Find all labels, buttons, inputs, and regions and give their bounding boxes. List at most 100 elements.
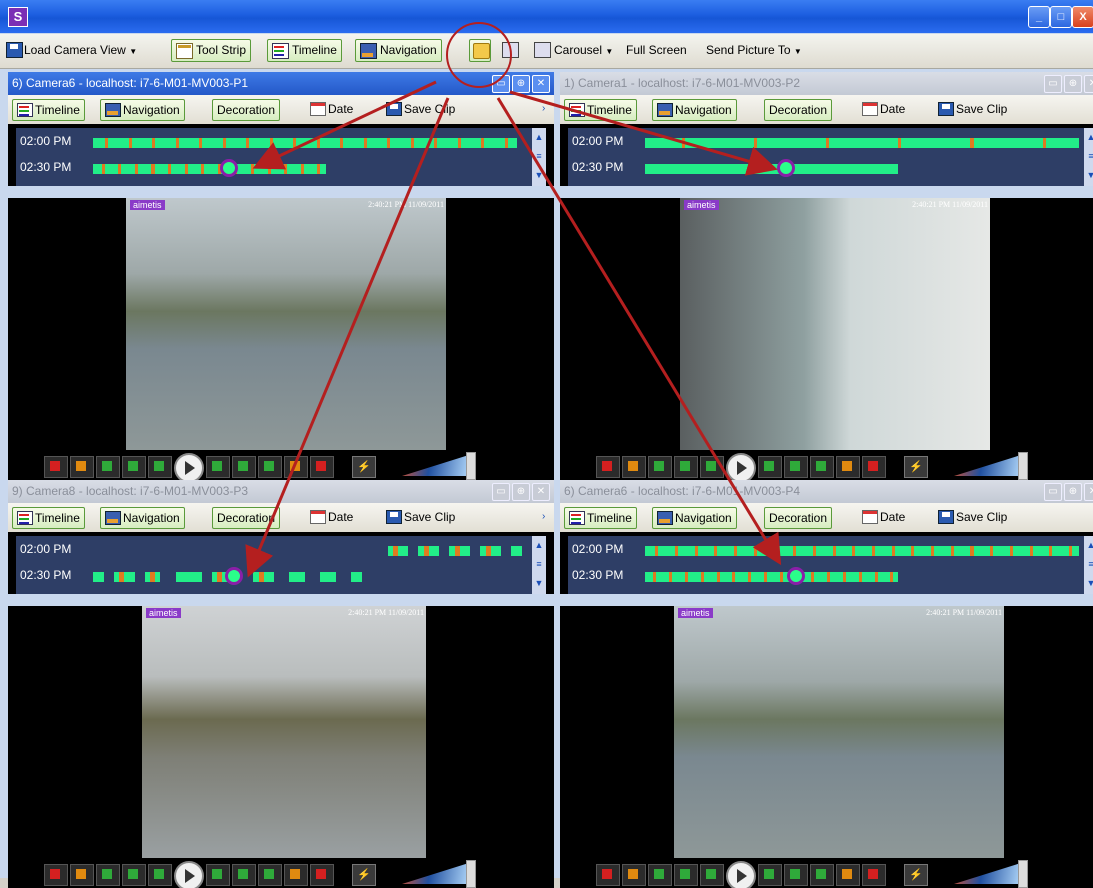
- camera-pane-2[interactable]: 1) Camera1 - localhost: i7-6-M01-MV003-P…: [560, 72, 1093, 480]
- step-forward-large-button[interactable]: [258, 456, 282, 478]
- scroll-up-icon[interactable]: ▲: [1084, 536, 1093, 555]
- scroll-down-icon[interactable]: ▼: [1084, 166, 1093, 185]
- send-picture-to-button[interactable]: Send Picture To ▼: [706, 39, 802, 61]
- pane-timeline[interactable]: 02:00 PM 02:30 PM ▲ ≡ ▼: [16, 536, 546, 594]
- scroll-up-icon[interactable]: ▲: [1084, 128, 1093, 147]
- pane-title-bar[interactable]: 1) Camera1 - localhost: i7-6-M01-MV003-P…: [560, 72, 1093, 95]
- pane-decoration-button[interactable]: Decoration: [764, 507, 833, 529]
- go-to-end-button[interactable]: [310, 864, 334, 886]
- previous-event-button[interactable]: [622, 456, 646, 478]
- pane-title-bar[interactable]: 6) Camera6 - localhost: i7-6-M01-MV003-P…: [560, 480, 1093, 503]
- pane-close-button[interactable]: ✕: [1084, 75, 1093, 93]
- pane-maximize-button[interactable]: ▭: [1044, 75, 1062, 93]
- next-event-button[interactable]: [836, 864, 860, 886]
- pane-save-clip-button[interactable]: Save Clip: [382, 99, 459, 119]
- pane-timeline-button[interactable]: Timeline: [12, 99, 85, 121]
- pane-pin-button[interactable]: ⊕: [512, 75, 530, 93]
- scroll-thumb-icon[interactable]: ≡: [1084, 147, 1093, 166]
- load-camera-view-button[interactable]: Load Camera View ▼: [4, 39, 137, 61]
- pane-timeline[interactable]: 02:00 PM 02:30 PM ▲ ≡ ▼: [568, 128, 1093, 186]
- rewind-button[interactable]: [148, 864, 172, 886]
- playhead-marker[interactable]: [787, 567, 806, 585]
- go-to-end-button[interactable]: [310, 456, 334, 478]
- next-event-button[interactable]: [836, 456, 860, 478]
- step-back-large-button[interactable]: [96, 456, 120, 478]
- scroll-down-icon[interactable]: ▼: [1084, 574, 1093, 593]
- minimize-button[interactable]: _: [1028, 6, 1050, 28]
- pane-pin-button[interactable]: ⊕: [1064, 483, 1082, 501]
- speed-icon[interactable]: ⚡: [352, 456, 376, 478]
- pane-maximize-button[interactable]: ▭: [492, 483, 510, 501]
- camera-pane-4[interactable]: 6) Camera6 - localhost: i7-6-M01-MV003-P…: [560, 480, 1093, 888]
- timeline-scrollbar[interactable]: ▲ ≡ ▼: [1084, 536, 1093, 594]
- toolbar-overflow-icon[interactable]: ›: [542, 103, 552, 117]
- full-screen-button[interactable]: Full Screen: [626, 39, 687, 61]
- step-back-button[interactable]: [122, 456, 146, 478]
- pane-pin-button[interactable]: ⊕: [512, 483, 530, 501]
- pane-save-clip-button[interactable]: Save Clip: [934, 507, 1011, 527]
- pane-date-button[interactable]: Date: [858, 99, 909, 119]
- next-event-button[interactable]: [284, 456, 308, 478]
- forward-button[interactable]: [206, 456, 230, 478]
- pane-timeline[interactable]: 02:00 PM 02:30 PM ▲ ≡ ▼: [16, 128, 546, 186]
- pane-decoration-button[interactable]: Decoration: [764, 99, 833, 121]
- speed-slider[interactable]: [954, 862, 1024, 884]
- pane-close-button[interactable]: ✕: [1084, 483, 1093, 501]
- step-back-button[interactable]: [674, 864, 698, 886]
- play-button[interactable]: [174, 861, 204, 888]
- rewind-button[interactable]: [148, 456, 172, 478]
- slider-knob[interactable]: [466, 452, 476, 480]
- step-forward-large-button[interactable]: [258, 864, 282, 886]
- pane-maximize-button[interactable]: ▭: [1044, 483, 1062, 501]
- camera-pane-3[interactable]: 9) Camera8 - localhost: i7-6-M01-MV003-P…: [8, 480, 554, 888]
- slider-knob[interactable]: [1018, 452, 1028, 480]
- next-event-button[interactable]: [284, 864, 308, 886]
- pane-close-button[interactable]: ✕: [532, 75, 550, 93]
- go-to-start-button[interactable]: [44, 864, 68, 886]
- carousel-button[interactable]: Carousel ▼: [530, 39, 613, 61]
- close-window-button[interactable]: X: [1072, 6, 1093, 28]
- play-button[interactable]: [174, 453, 204, 480]
- step-back-button[interactable]: [122, 864, 146, 886]
- slider-knob[interactable]: [466, 860, 476, 888]
- pane-timeline-button[interactable]: Timeline: [564, 507, 637, 529]
- step-forward-button[interactable]: [784, 456, 808, 478]
- play-button[interactable]: [726, 453, 756, 480]
- timeline-toggle-button[interactable]: Timeline: [267, 39, 342, 62]
- pane-navigation-button[interactable]: Navigation: [652, 99, 737, 121]
- pane-navigation-button[interactable]: Navigation: [100, 507, 185, 529]
- scroll-down-icon[interactable]: ▼: [532, 574, 546, 593]
- pane-timeline-button[interactable]: Timeline: [564, 99, 637, 121]
- go-to-start-button[interactable]: [596, 456, 620, 478]
- previous-event-button[interactable]: [70, 864, 94, 886]
- scroll-thumb-icon[interactable]: ≡: [532, 555, 546, 574]
- playhead-marker[interactable]: [776, 159, 795, 177]
- step-back-large-button[interactable]: [648, 864, 672, 886]
- pane-decoration-button[interactable]: Decoration: [212, 99, 281, 121]
- scroll-up-icon[interactable]: ▲: [532, 536, 546, 555]
- speed-slider[interactable]: [402, 454, 472, 476]
- speed-icon[interactable]: ⚡: [352, 864, 376, 886]
- previous-event-button[interactable]: [622, 864, 646, 886]
- forward-button[interactable]: [758, 456, 782, 478]
- pane-pin-button[interactable]: ⊕: [1064, 75, 1082, 93]
- go-to-start-button[interactable]: [44, 456, 68, 478]
- go-to-end-button[interactable]: [862, 864, 886, 886]
- timeline-scrollbar[interactable]: ▲ ≡ ▼: [532, 536, 546, 594]
- step-back-large-button[interactable]: [96, 864, 120, 886]
- rewind-button[interactable]: [700, 864, 724, 886]
- scroll-thumb-icon[interactable]: ≡: [1084, 555, 1093, 574]
- pane-timeline[interactable]: 02:00 PM 02:30 PM ▲ ≡ ▼: [568, 536, 1093, 594]
- video-frame[interactable]: aimetis 2:40:21 PM 11/09/2011: [142, 606, 426, 858]
- slider-knob[interactable]: [1018, 860, 1028, 888]
- pane-title-bar[interactable]: 9) Camera8 - localhost: i7-6-M01-MV003-P…: [8, 480, 554, 503]
- pane-navigation-button[interactable]: Navigation: [652, 507, 737, 529]
- step-forward-button[interactable]: [784, 864, 808, 886]
- speed-icon[interactable]: ⚡: [904, 456, 928, 478]
- video-frame[interactable]: aimetis 2:40:21 PM 11/09/2011: [126, 198, 446, 450]
- playhead-marker[interactable]: [224, 567, 243, 585]
- timeline-scrollbar[interactable]: ▲ ≡ ▼: [1084, 128, 1093, 186]
- playhead-marker[interactable]: [219, 159, 238, 177]
- scroll-up-icon[interactable]: ▲: [532, 128, 546, 147]
- step-forward-large-button[interactable]: [810, 456, 834, 478]
